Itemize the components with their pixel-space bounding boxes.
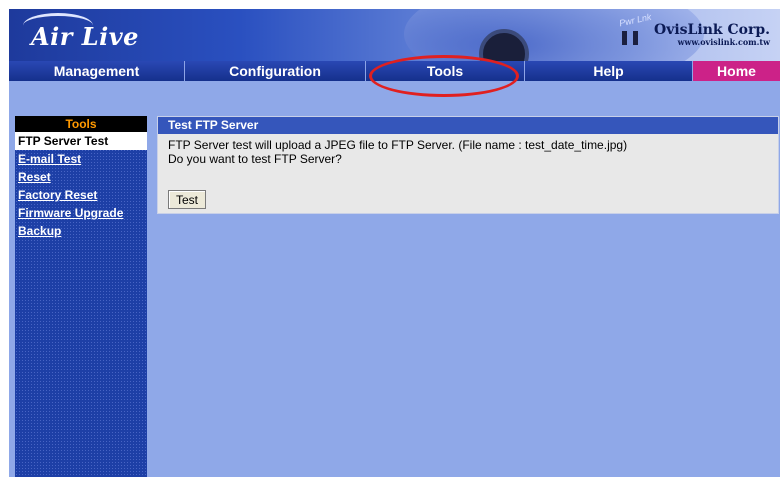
test-button[interactable]: Test: [168, 190, 206, 209]
nav-management[interactable]: Management: [9, 61, 185, 81]
nav-home[interactable]: Home: [693, 61, 780, 81]
link-led-icon: [633, 31, 638, 45]
nav-tools[interactable]: Tools: [366, 61, 525, 81]
brand-name: OvisLink Corp.: [654, 22, 770, 38]
ftp-test-panel: Test FTP Server FTP Server test will upl…: [157, 116, 779, 214]
sidebar: Tools FTP Server Test E-mail Test Reset …: [15, 116, 147, 477]
brand-block: OvisLink Corp. www.ovislink.com.tw: [654, 23, 770, 47]
sidebar-item-firmware-upgrade[interactable]: Firmware Upgrade: [15, 204, 147, 222]
nav-help[interactable]: Help: [525, 61, 693, 81]
sidebar-item-factory-reset[interactable]: Factory Reset: [15, 186, 147, 204]
main-nav: Management Configuration Tools Help Home: [9, 61, 780, 81]
sidebar-item-backup[interactable]: Backup: [15, 222, 147, 240]
sidebar-item-email-test[interactable]: E-mail Test: [15, 150, 147, 168]
panel-title: Test FTP Server: [158, 117, 778, 134]
airlive-logo: Air Live: [31, 22, 139, 51]
brand-url: www.ovislink.com.tw: [677, 37, 770, 47]
app-frame: Air Live Pwr Lnk OvisLink Corp. www.ovis…: [9, 9, 780, 477]
description-line-1: FTP Server test will upload a JPEG file …: [168, 138, 628, 152]
panel-description: FTP Server test will upload a JPEG file …: [158, 134, 778, 166]
sidebar-item-reset[interactable]: Reset: [15, 168, 147, 186]
header-banner: Air Live Pwr Lnk OvisLink Corp. www.ovis…: [9, 9, 780, 61]
sidebar-title: Tools: [15, 116, 147, 132]
description-line-2: Do you want to test FTP Server?: [168, 152, 342, 166]
power-led-icon: [622, 31, 627, 45]
nav-configuration[interactable]: Configuration: [185, 61, 366, 81]
sidebar-item-ftp-server-test[interactable]: FTP Server Test: [15, 132, 147, 150]
